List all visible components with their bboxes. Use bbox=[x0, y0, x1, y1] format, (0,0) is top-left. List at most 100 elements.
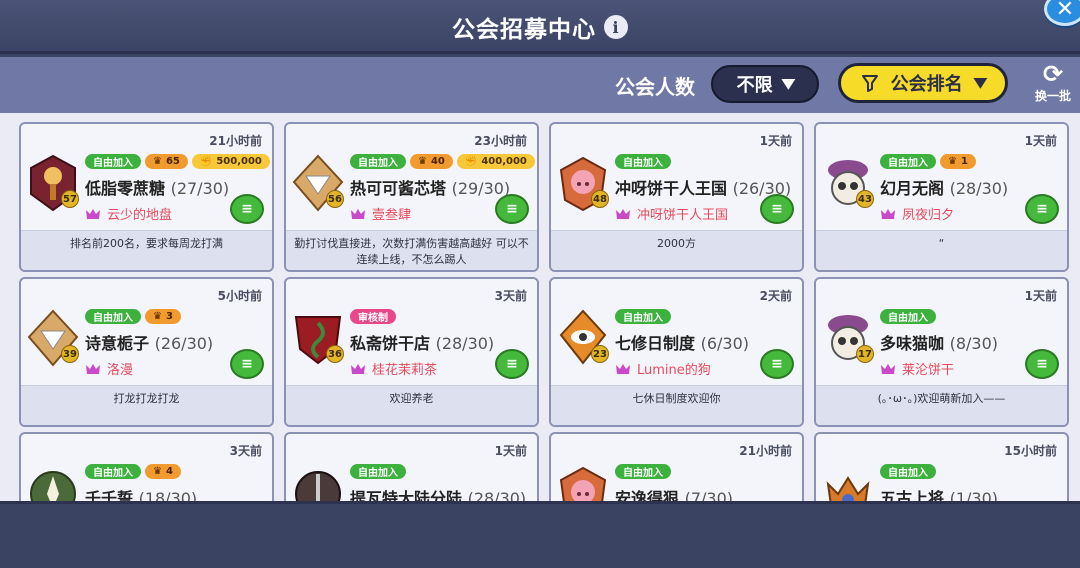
guild-leader: 夙夜归夕 bbox=[880, 204, 954, 223]
filter-icon bbox=[861, 75, 878, 92]
member-count-value: 不限 bbox=[736, 75, 773, 96]
refresh-icon: ⟳ bbox=[1042, 60, 1064, 88]
guild-post-time: 21小时前 bbox=[209, 134, 262, 148]
guild-member-count: (28/30) bbox=[949, 179, 1009, 198]
guild-badges: 自由加入 bbox=[350, 464, 406, 479]
guild-card[interactable]: 15小时前 自由加入 五古上将 (1/30) bbox=[814, 432, 1069, 501]
guild-leader-name: Lumine的狗 bbox=[637, 363, 711, 378]
join-type-badge: 自由加入 bbox=[350, 464, 406, 479]
guild-level-badge: 23 bbox=[591, 345, 609, 363]
guild-badges: 自由加入 bbox=[615, 154, 671, 169]
chat-bubble-icon[interactable]: ≡ bbox=[495, 349, 529, 379]
refresh-button[interactable]: ⟳ 换一批 bbox=[1030, 61, 1076, 109]
guild-card[interactable]: 1天前 自由加入 提瓦特大陆分陆 (28/30) bbox=[284, 432, 539, 501]
guild-card[interactable]: 5小时前 39 自由加入 ♛ 3 诗意栀子 (26/30) 洛漫 ≡ 打龙打龙打龙 bbox=[19, 277, 274, 427]
guild-card[interactable]: 1天前 43 自由加入 ♛ 1 幻月无阁 (28/30) 夙夜归夕 ≡ “ bbox=[814, 122, 1069, 272]
guild-card[interactable]: 21小时前自由加入安逸得狠 (7/30) bbox=[549, 432, 804, 501]
filter-toolbar: 公会人数 不限 ▼ 公会排名 ▼ ⟳ 换一批 bbox=[0, 57, 1080, 113]
join-type-badge: 自由加入 bbox=[615, 464, 671, 479]
join-type-badge: 自由加入 bbox=[85, 464, 141, 479]
guild-post-time: 3天前 bbox=[229, 444, 262, 458]
leader-crown-icon bbox=[351, 363, 365, 374]
info-icon[interactable]: i bbox=[604, 15, 628, 39]
chevron-down-icon: ▼ bbox=[972, 75, 988, 91]
member-count-dropdown[interactable]: 不限 ▼ bbox=[711, 65, 819, 103]
guild-post-time: 1天前 bbox=[759, 134, 792, 148]
guild-member-count: (26/30) bbox=[154, 334, 214, 353]
guild-leader-name: 壹叁肆 bbox=[372, 208, 412, 223]
guild-name: 七修日制度 (6/30) bbox=[615, 334, 749, 353]
guild-card[interactable]: 2天前 23 自由加入 七修日制度 (6/30) Lumine的狗 ≡ 七休日制度欢迎你 bbox=[549, 277, 804, 427]
refresh-label: 换一批 bbox=[1034, 89, 1071, 103]
chat-bubble-icon[interactable]: ≡ bbox=[230, 349, 264, 379]
required-level-badge: ♛ 1 bbox=[940, 154, 976, 169]
chat-bubble-icon[interactable]: ≡ bbox=[230, 194, 264, 224]
chat-bubble-icon[interactable]: ≡ bbox=[760, 349, 794, 379]
guild-member-count: (1/30) bbox=[949, 489, 998, 501]
chat-bubble-icon[interactable]: ≡ bbox=[1025, 349, 1059, 379]
guild-card[interactable]: 1天前 48 自由加入 冲呀饼干人王国 (26/30) 冲呀饼干人王国 ≡ 2000方 bbox=[549, 122, 804, 272]
chat-bubble-icon[interactable]: ≡ bbox=[495, 194, 529, 224]
guild-card[interactable]: 1天前 17 自由加入 多味猫咖 (8/30) 莱沦饼干 ≡ (｡･ω･｡)欢迎萌新加入—— bbox=[814, 277, 1069, 427]
guild-name: 安逸得狠 (7/30) bbox=[615, 485, 733, 501]
leader-crown-icon bbox=[351, 208, 365, 219]
guild-post-time: 3天前 bbox=[494, 289, 527, 303]
leader-crown-icon bbox=[616, 208, 630, 219]
bottom-bar bbox=[0, 501, 1080, 568]
guild-badges: 自由加入 ♛ 65 ✊ 500,000 bbox=[85, 154, 270, 169]
guild-leader: 莱沦饼干 bbox=[880, 359, 954, 378]
guild-post-time: 1天前 bbox=[1024, 289, 1057, 303]
member-count-label: 公会人数 bbox=[615, 75, 695, 99]
guild-post-time: 1天前 bbox=[1024, 134, 1057, 148]
leader-crown-icon bbox=[881, 208, 895, 219]
join-type-badge: 自由加入 bbox=[880, 464, 936, 479]
guild-member-count: (28/30) bbox=[435, 334, 495, 353]
join-type-badge: 自由加入 bbox=[350, 154, 406, 169]
guild-badges: 自由加入 ♛ 4 bbox=[85, 464, 181, 479]
guild-list[interactable]: 21小时前 57 自由加入 ♛ 65 ✊ 500,000 低脂零蔗糖 (27/30) 云少的地盘… bbox=[0, 113, 1080, 501]
guild-leader: 冲呀饼干人王国 bbox=[615, 204, 728, 223]
join-type-badge: 自由加入 bbox=[880, 154, 936, 169]
guild-card[interactable]: 3天前 自由加入 ♛ 4 千千誓 (18/30) bbox=[19, 432, 274, 501]
guild-description: 2000方 bbox=[551, 230, 802, 270]
chat-bubble-icon[interactable]: ≡ bbox=[760, 194, 794, 224]
guild-member-count: (7/30) bbox=[684, 489, 733, 501]
guild-level-badge: 57 bbox=[61, 190, 79, 208]
guild-leader: Lumine的狗 bbox=[615, 359, 711, 378]
guild-recruit-modal: 公会招募中心 i ✕ 公会人数 不限 ▼ 公会排名 ▼ ⟳ 换一批 21小时前 5… bbox=[0, 0, 1080, 568]
guild-card[interactable]: 21小时前 57 自由加入 ♛ 65 ✊ 500,000 低脂零蔗糖 (27/30) 云少的地盘… bbox=[19, 122, 274, 272]
required-level-badge: ♛ 4 bbox=[145, 464, 181, 479]
guild-name: 私斋饼干店 (28/30) bbox=[350, 334, 495, 353]
title-bar: 公会招募中心 i ✕ bbox=[0, 0, 1080, 54]
leader-crown-icon bbox=[616, 363, 630, 374]
guild-leader-name: 云少的地盘 bbox=[107, 208, 173, 223]
guild-card[interactable]: 23小时前 56 自由加入 ♛ 40 ✊ 400,000 热可可酱芯塔 (29/30) 壹叁肆 ≡… bbox=[284, 122, 539, 272]
guild-level-badge: 36 bbox=[326, 345, 344, 363]
guild-description: (｡･ω･｡)欢迎萌新加入—— bbox=[816, 385, 1067, 425]
join-type-badge: 自由加入 bbox=[85, 154, 141, 169]
guild-post-time: 15小时前 bbox=[1004, 444, 1057, 458]
guild-post-time: 2天前 bbox=[759, 289, 792, 303]
guild-card[interactable]: 3天前 36 审核制 私斋饼干店 (28/30) 桂花茉莉茶 ≡ 欢迎养老 bbox=[284, 277, 539, 427]
required-power-badge: ✊ 500,000 bbox=[191, 154, 270, 169]
crown-icon: ♛ bbox=[153, 156, 162, 167]
guild-emblem-icon bbox=[27, 464, 79, 501]
guild-name: 热可可酱芯塔 (29/30) bbox=[350, 179, 511, 198]
guild-member-count: (29/30) bbox=[451, 179, 511, 198]
guild-emblem-icon bbox=[292, 464, 344, 501]
guild-name: 幻月无阁 (28/30) bbox=[880, 179, 1009, 198]
guild-level-badge: 17 bbox=[856, 345, 874, 363]
guild-leader: 壹叁肆 bbox=[350, 204, 411, 223]
chat-bubble-icon[interactable]: ≡ bbox=[1025, 194, 1059, 224]
guild-description: 勤打讨伐直接进，次数打满伤害越高越好 可以不连续上线，不怎么踢人 bbox=[286, 230, 537, 270]
guild-post-time: 21小时前 bbox=[739, 444, 792, 458]
required-power-badge: ✊ 400,000 bbox=[456, 154, 535, 169]
guild-name: 提瓦特大陆分陆 (28/30) bbox=[350, 485, 526, 501]
guild-leader-name: 莱沦饼干 bbox=[902, 363, 955, 378]
guild-post-time: 5小时前 bbox=[217, 289, 262, 303]
guild-leader-name: 桂花茉莉茶 bbox=[372, 363, 438, 378]
leader-crown-icon bbox=[86, 208, 100, 219]
guild-level-badge: 56 bbox=[326, 190, 344, 208]
guild-description: 七休日制度欢迎你 bbox=[551, 385, 802, 425]
sort-dropdown[interactable]: 公会排名 ▼ bbox=[838, 63, 1008, 103]
